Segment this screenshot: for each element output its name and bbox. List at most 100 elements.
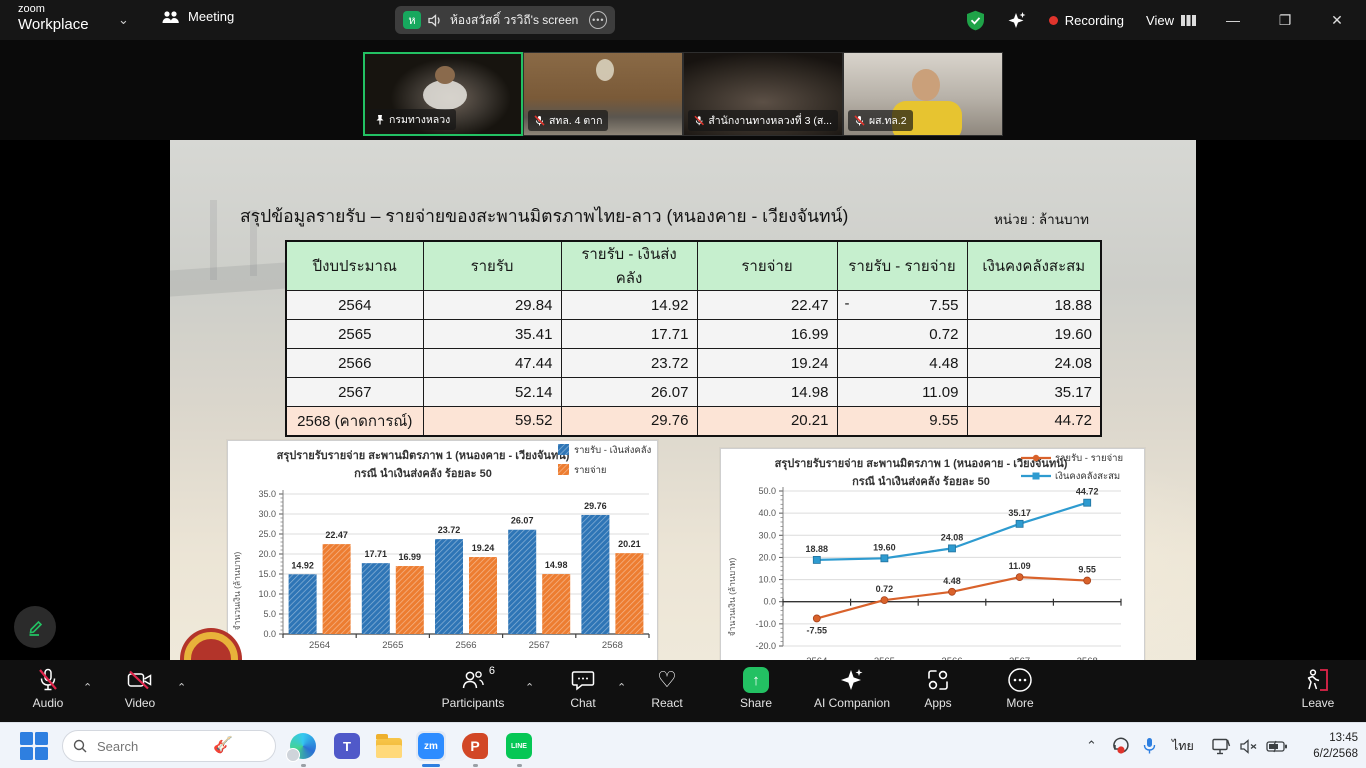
bar-value-label: 23.72 xyxy=(438,525,461,535)
workspace-chevron-down-icon[interactable]: ⌄ xyxy=(118,12,129,28)
table-row: 2568 (คาดการณ์)59.5229.7620.219.5544.72 xyxy=(286,407,1101,436)
video-thumbnail[interactable]: ผส.ทล.2 xyxy=(843,52,1003,136)
pill-more-icon[interactable]: ••• xyxy=(589,11,607,29)
shared-slide: สรุปข้อมูลรายรับ – รายจ่ายของสะพานมิตรภา… xyxy=(170,140,1196,660)
taskbar-search[interactable]: 🎸 xyxy=(62,730,276,762)
tray-display[interactable] xyxy=(1212,723,1231,768)
audio-button[interactable]: ⌃ Audio xyxy=(16,667,80,710)
file-explorer-icon xyxy=(376,738,402,758)
x-tick-label: 2568 xyxy=(602,640,623,651)
more-button[interactable]: More xyxy=(990,667,1050,710)
close-button[interactable]: ✕ xyxy=(1322,12,1352,29)
x-tick-label: 2564 xyxy=(309,640,330,651)
ai-companion-button[interactable]: AI Companion xyxy=(797,667,907,710)
table-cell: 2566 xyxy=(286,349,423,378)
bar-value-label: 22.47 xyxy=(325,530,348,540)
table-cell: 9.55 xyxy=(837,407,967,436)
restore-button[interactable]: ❐ xyxy=(1270,12,1300,29)
minimize-button[interactable]: — xyxy=(1218,12,1248,28)
ai-companion-sparkle-icon[interactable] xyxy=(1007,10,1027,30)
apps-label: Apps xyxy=(924,696,951,710)
start-button[interactable] xyxy=(20,732,48,760)
leave-door-icon xyxy=(1305,668,1331,692)
table-cell: 47.44 xyxy=(423,349,561,378)
legend-label: เงินคงคลังสะสม xyxy=(1055,471,1120,482)
edge-icon xyxy=(290,733,316,759)
meeting-toolbar: ⌃ Audio ⌃ Video xyxy=(0,660,1366,722)
participant-name: สทล. 4 ตาก xyxy=(549,112,602,129)
table-cell: 23.72 xyxy=(561,349,697,378)
bar-value-label: 17.71 xyxy=(365,549,388,559)
bar-chart-panel: 0.05.010.015.020.025.030.035.014.9222.47… xyxy=(227,440,658,660)
chat-chevron-icon[interactable]: ⌃ xyxy=(617,681,626,694)
tab-meeting[interactable]: Meeting xyxy=(162,9,234,24)
taskbar-app-teams[interactable]: T xyxy=(332,731,362,761)
table-cell: 52.14 xyxy=(423,378,561,407)
taskbar-app-edge[interactable] xyxy=(288,731,318,761)
leave-button[interactable]: Leave xyxy=(1285,667,1351,710)
taskbar-app-file-explorer[interactable] xyxy=(374,731,404,761)
y-tick-label: 35.0 xyxy=(258,489,276,499)
y-axis-label: จำนวนเงิน (ล้านบาท) xyxy=(232,552,242,631)
search-highlight-doodle[interactable]: 🎸 xyxy=(213,738,233,754)
video-thumbnail-active-speaker[interactable]: กรมทางหลวง xyxy=(363,52,523,136)
shared-screen-pill[interactable]: ห ห้องสวัสดิ์ วรวิถี's screen ••• xyxy=(395,6,615,34)
table-cell: 2565 xyxy=(286,320,423,349)
line-chart-svg: -20.0-10.00.010.020.030.040.050.0-7.550.… xyxy=(721,449,1146,660)
table-cell: 24.08 xyxy=(967,349,1101,378)
video-thumbnail[interactable]: สทล. 4 ตาก xyxy=(523,52,683,136)
pencil-icon xyxy=(24,616,46,638)
video-thumbnail[interactable]: สำนักงานทางหลวงที่ 3 (ส... xyxy=(683,52,843,136)
share-label: Share xyxy=(740,696,772,710)
tray-microphone[interactable] xyxy=(1142,723,1157,768)
share-button[interactable]: ↑ Share xyxy=(726,667,786,710)
share-screen-icon: ↑ xyxy=(743,667,769,693)
running-indicator xyxy=(473,764,478,767)
apps-icon xyxy=(926,668,950,692)
point-value-label: 9.55 xyxy=(1078,565,1096,575)
y-tick-label: 10.0 xyxy=(258,589,276,599)
bar-value-label: 19.24 xyxy=(472,543,495,553)
y-tick-label: 25.0 xyxy=(258,529,276,539)
video-options-chevron-icon[interactable]: ⌃ xyxy=(177,681,186,694)
chat-button[interactable]: ⌃ Chat xyxy=(550,667,616,710)
tray-mic-icon xyxy=(1142,737,1157,755)
tray-battery[interactable] xyxy=(1266,723,1288,768)
search-input[interactable] xyxy=(95,738,205,755)
x-tick-label: 2567 xyxy=(529,640,550,651)
react-label: React xyxy=(651,696,682,710)
view-button[interactable]: View xyxy=(1146,13,1196,28)
table-cell: 29.76 xyxy=(561,407,697,436)
monitor-pen-icon xyxy=(1212,738,1231,755)
audio-options-chevron-icon[interactable]: ⌃ xyxy=(83,681,92,694)
bar-value-label: 29.76 xyxy=(584,501,607,511)
search-icon xyxy=(73,739,87,753)
tray-hidden-icons[interactable]: ⌃ xyxy=(1086,723,1097,768)
participants-chevron-icon[interactable]: ⌃ xyxy=(525,681,534,694)
annotate-button[interactable] xyxy=(14,606,56,648)
react-button[interactable]: ♡ React xyxy=(637,667,697,710)
taskbar-app-line[interactable]: LINE xyxy=(504,731,534,761)
clock-date: 6/2/2568 xyxy=(1298,747,1358,763)
y-axis-label: จำนวนเงิน (ล้านบาท) xyxy=(727,558,737,637)
tray-volume[interactable] xyxy=(1240,723,1258,768)
tray-screen-record[interactable] xyxy=(1112,723,1132,768)
mic-muted-icon xyxy=(534,115,545,126)
language-indicator[interactable]: ไทย xyxy=(1172,723,1194,768)
apps-button[interactable]: Apps xyxy=(908,667,968,710)
taskbar-app-zoom[interactable]: zm xyxy=(416,731,446,761)
point-value-label: 18.88 xyxy=(806,544,829,554)
table-cell: 18.88 xyxy=(967,291,1101,320)
recording-indicator[interactable]: Recording xyxy=(1049,13,1124,28)
gallery-view-icon xyxy=(1181,14,1196,27)
tray-clock[interactable]: 13:45 6/2/2568 xyxy=(1298,723,1358,768)
point-value-label: 35.17 xyxy=(1008,508,1031,518)
chat-bubble-icon xyxy=(571,669,595,691)
security-shield-icon[interactable] xyxy=(966,10,985,31)
table-cell: 59.52 xyxy=(423,407,561,436)
taskbar-app-powerpoint[interactable]: P xyxy=(460,731,490,761)
participants-button[interactable]: 6 ⌃ Participants xyxy=(430,667,516,710)
active-app-indicator xyxy=(422,764,440,767)
video-button[interactable]: ⌃ Video xyxy=(108,667,172,710)
pin-icon xyxy=(375,114,385,125)
